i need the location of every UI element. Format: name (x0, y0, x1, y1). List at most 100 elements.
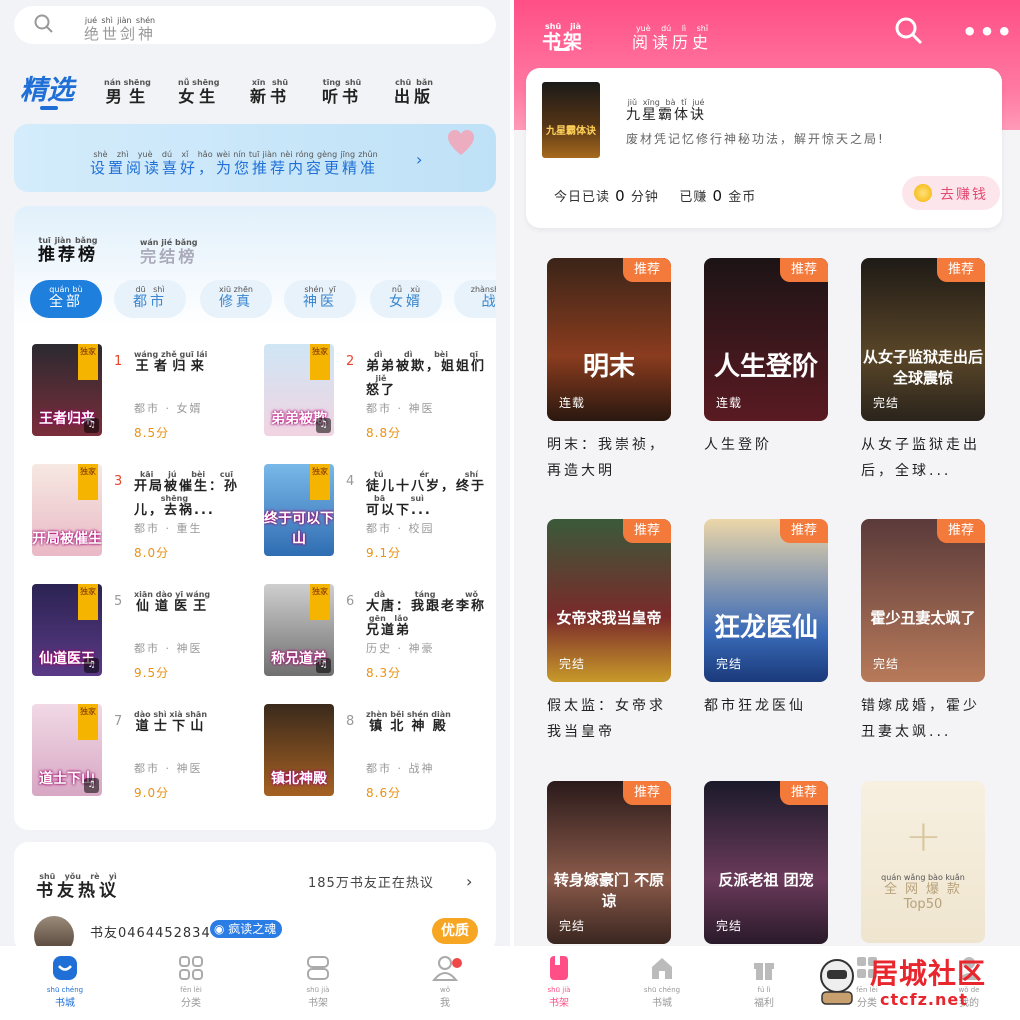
reading-preference-banner[interactable]: 设置阅读喜好，shè zhì yuè dú xǐ hǎo为您推荐内容更精准wèi… (14, 124, 496, 192)
cover-title: 终于可以下山 (264, 511, 334, 547)
rank-number: 7 (114, 714, 123, 729)
book-title: 王者归来wáng zhě guī lái (134, 350, 208, 374)
recommend-tag: 推荐 (780, 781, 828, 805)
rank-book-item[interactable]: 称兄道弟 独家 ♫ 6 大唐：我跟老李称兄道弟dà táng wǒ gēn lǎo 历史 … (264, 584, 494, 684)
tab-category-3[interactable]: 新书xīn shū (250, 78, 290, 107)
tab-category-5[interactable]: 出版chū bǎn (394, 78, 434, 107)
book-cover[interactable]: 开局被催生 独家 (32, 464, 102, 556)
rank-book-item[interactable]: 道士下山 独家 ♫ 7 道士下山dào shì xià shān 都市 · 神医 9.0分 (32, 704, 262, 804)
search-bar[interactable]: 绝世剑神jué shì jiàn shén (14, 6, 496, 44)
book-title: 徒儿十八岁，终于可以下...tú ér shí bā suì (366, 470, 487, 518)
book-title: 从女子监狱走出后，全球... (861, 437, 980, 479)
nav-category[interactable]: fēn lèi 分类 (156, 954, 226, 1009)
exclusive-badge: 独家 (78, 344, 98, 380)
book-cover[interactable]: 王者归来 独家 ♫ (32, 344, 102, 436)
book-cover[interactable]: 人生登阶 推荐 连载 (704, 258, 828, 421)
rank-book-item[interactable]: 王者归来 独家 ♫ 1 王者归来wáng zhě guī lái 都市 · 女婿 8.5分 (32, 344, 262, 444)
book-cover[interactable]: 从女子监狱走出后 全球震惊 推荐 完结 (861, 258, 985, 421)
tab-bookshelf-indicator (554, 48, 570, 51)
watermark-url: ctcfz.net (880, 990, 968, 1009)
serial-status: 连载 (716, 396, 743, 410)
more-icon[interactable]: ••• (962, 18, 1014, 46)
book-cover[interactable]: 仙道医王 独家 ♫ (32, 584, 102, 676)
cover-title: 狂龙医仙 (713, 613, 818, 643)
nav-bookstore[interactable]: shū chéng 书城 (627, 954, 697, 1009)
tab-category-2[interactable]: 女生nǚ shēng (178, 78, 219, 107)
recommend-tag: 推荐 (937, 519, 985, 543)
recent-book-cover[interactable]: 九星霸体诀 (542, 82, 600, 158)
genre-chip[interactable]: 都市dū shì (114, 280, 186, 318)
book-cover[interactable]: 狂龙医仙 推荐 完结 (704, 519, 828, 682)
recommend-tag: 推荐 (623, 781, 671, 805)
tab-finished-rank[interactable]: 完结榜wán jié bǎng (140, 238, 198, 267)
genre-chips: 全部quán bù 都市dū shì 修真xiū zhēn 神医shén yī 女婿nǚ… (30, 280, 496, 320)
headphone-icon: ♫ (84, 418, 99, 433)
book-cover[interactable]: 道士下山 独家 ♫ (32, 704, 102, 796)
search-icon[interactable] (894, 16, 924, 46)
tab-category-4[interactable]: 听书tīng shū (322, 78, 362, 107)
book-tags: 都市 · 神医 (134, 762, 203, 775)
book-cover[interactable]: 弟弟被欺 独家 ♫ (264, 344, 334, 436)
cover-title: 霍少丑妻太飒了 (870, 609, 976, 627)
nav-bookstore[interactable]: shū chéng 书城 (30, 954, 100, 1009)
rank-number: 3 (114, 474, 123, 489)
book-cover[interactable]: 明末 推荐 连载 (547, 258, 671, 421)
user-badge: ◉ 疯读之魂 (210, 920, 283, 938)
book-title: 都市狂龙医仙 (704, 698, 806, 714)
rank-book-item[interactable]: 弟弟被欺 独家 ♫ 2 弟弟被欺，姐姐们怒了dì dì bèi qī jiě 都市 · 神… (264, 344, 494, 444)
cover-title: 明末 (582, 352, 635, 382)
book-title: 道士下山dào shì xià shān (134, 710, 208, 734)
book-cover[interactable]: 称兄道弟 独家 ♫ (264, 584, 334, 676)
add-book-card[interactable]: + 全网爆款quán wǎng bào kuǎn Top50 (861, 781, 985, 943)
headphone-icon: ♫ (84, 778, 99, 793)
book-cover[interactable]: 反派老祖 团宠 推荐 完结 (704, 781, 828, 944)
nav-me[interactable]: wǒ 我 (410, 954, 480, 1009)
book-cover[interactable]: 终于可以下山 独家 (264, 464, 334, 556)
tab-featured[interactable]: 精选 (20, 68, 74, 107)
discussion-username: 书友0464452834 (90, 926, 211, 941)
rank-book-item[interactable]: 终于可以下山 独家 4 徒儿十八岁，终于可以下...tú ér shí bā suì 都… (264, 464, 494, 564)
coin-icon (914, 184, 932, 202)
book-score: 8.0分 (134, 546, 170, 560)
tab-featured-indicator (40, 106, 58, 110)
rank-book-item[interactable]: 仙道医王 独家 ♫ 5 仙道医王xiān dào yī wáng 都市 · 神医 9.5分 (32, 584, 262, 684)
nav-bookshelf[interactable]: shū jià 书架 (524, 954, 594, 1009)
rank-book-item[interactable]: 镇北神殿 8 镇北神殿zhèn běi shén diàn 都市 · 战神 8.6分 (264, 704, 494, 804)
watermark: 居城社区 ctcfz.net (810, 952, 1020, 1012)
rank-number: 5 (114, 594, 123, 609)
reading-stats: 今日已读 0 分钟 已赚 0 金币 (554, 187, 757, 205)
discussion-card[interactable]: 书友热议shū yǒu rè yì 185万书友正在热议 › 书友0464452… (14, 842, 496, 956)
nav-bookshelf[interactable]: shū jià 书架 (283, 954, 353, 1009)
rank-number: 6 (346, 594, 355, 609)
tab-recommend-rank[interactable]: 推荐榜tuī jiàn bǎng (38, 236, 98, 265)
rank-book-item[interactable]: 开局被催生 独家 3 开局被催生：孙儿，去祸...kāi jú bèi cuī shē… (32, 464, 262, 564)
earn-money-button[interactable]: 去赚钱 (902, 176, 1000, 210)
book-cover[interactable]: 转身嫁豪门 不原谅 推荐 完结 (547, 781, 671, 944)
serial-status: 连载 (559, 396, 586, 410)
book-cover[interactable]: 霍少丑妻太飒了 推荐 完结 (861, 519, 985, 682)
genre-chip[interactable]: 女婿nǚ xù (370, 280, 442, 318)
exclusive-badge: 独家 (78, 464, 98, 500)
discussion-count: 185万书友正在热议 (308, 876, 434, 891)
tab-reading-history[interactable]: 阅读历史yuè dú lì shǐ (632, 24, 712, 53)
genre-chip[interactable]: 战zhànshén (454, 280, 496, 318)
serial-status: 完结 (873, 396, 900, 410)
nav-welfare[interactable]: fú lì 福利 (729, 954, 799, 1009)
book-title: 假太监：女帝求我当皇帝 (547, 698, 666, 740)
recent-read-card[interactable]: 九星霸体诀 九星霸体诀jiǔ xīng bà tǐ jué 废材凭记忆修行神秘功… (526, 68, 1002, 228)
exclusive-badge: 独家 (78, 704, 98, 740)
book-cover[interactable]: 镇北神殿 (264, 704, 334, 796)
bookshelf-panel: 书架shū jià 阅读历史yuè dú lì shǐ ••• 九星霸体诀 九星… (514, 0, 1020, 1020)
cover-title: 转身嫁豪门 不原谅 (553, 871, 665, 910)
genre-chip[interactable]: 全部quán bù (30, 280, 102, 318)
search-placeholder: 绝世剑神jué shì jiàn shén (84, 16, 157, 43)
search-icon (34, 14, 53, 33)
book-cover[interactable]: 女帝求我当皇帝 推荐 完结 (547, 519, 671, 682)
add-card-sub: Top50 (903, 897, 943, 912)
recommend-tag: 推荐 (780, 519, 828, 543)
exclusive-badge: 独家 (310, 344, 330, 380)
tab-category-1[interactable]: 男生nán shēng (104, 78, 151, 107)
exclusive-badge: 独家 (78, 584, 98, 620)
genre-chip[interactable]: 修真xiū zhēn (200, 280, 272, 318)
genre-chip[interactable]: 神医shén yī (284, 280, 356, 318)
